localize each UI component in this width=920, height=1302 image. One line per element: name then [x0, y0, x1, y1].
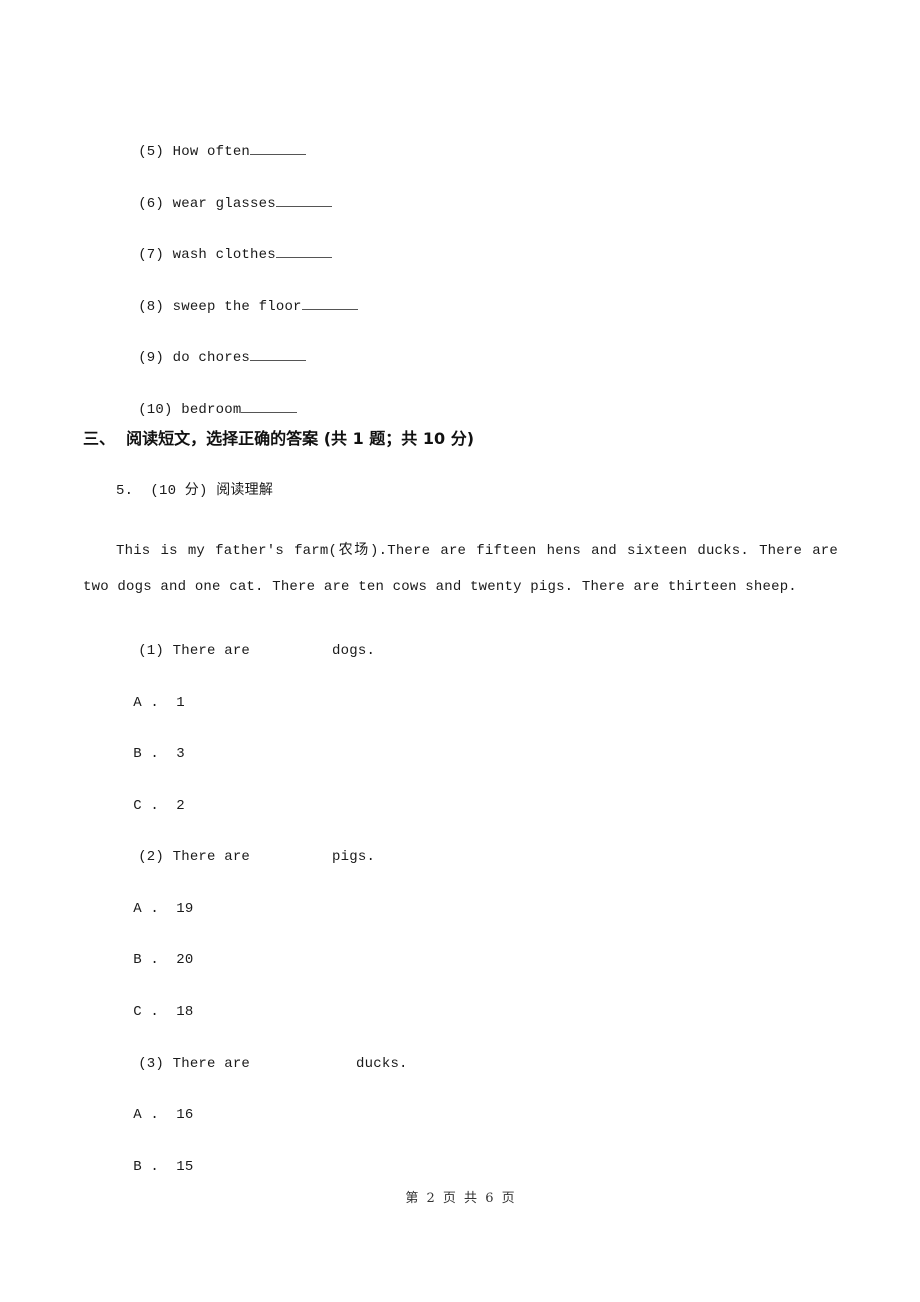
- section-heading: 三、 阅读短文，选择正确的答案 (共 1 题；共 10 分): [83, 429, 475, 448]
- subquestion-suffix: ducks.: [356, 1056, 408, 1072]
- option-letter: A: [133, 1107, 142, 1123]
- option-letter: C: [133, 1004, 142, 1020]
- option-text: 20: [176, 952, 194, 968]
- option-letter: B: [133, 1159, 142, 1175]
- option[interactable]: A . 16: [116, 1085, 193, 1123]
- subquestion-prefix: There are: [172, 1056, 251, 1072]
- vocab-item: (5) How often: [121, 120, 307, 160]
- subquestion-number: (2): [138, 849, 165, 865]
- question-head: 5. (10 分) 阅读理解: [116, 483, 274, 499]
- subquestion-prefix: There are: [172, 849, 251, 865]
- option[interactable]: A . 19: [116, 879, 193, 917]
- subquestion-suffix: dogs.: [332, 643, 376, 659]
- item-number: (6): [138, 196, 165, 212]
- answer-blank[interactable]: [250, 346, 307, 361]
- item-number: (10): [138, 402, 173, 418]
- option-letter: B: [133, 952, 142, 968]
- subquestion-number: (3): [138, 1056, 165, 1072]
- item-text: sweep the floor: [172, 299, 302, 315]
- option[interactable]: A . 1: [116, 673, 185, 711]
- option[interactable]: B . 3: [116, 724, 185, 762]
- item-number: (5): [138, 144, 165, 160]
- option[interactable]: B . 20: [116, 930, 193, 968]
- option-text: 3: [176, 746, 185, 762]
- answer-blank[interactable]: [301, 295, 358, 310]
- option-text: 15: [176, 1159, 194, 1175]
- vocab-item: (6) wear glasses: [121, 172, 332, 212]
- option[interactable]: B . 15: [116, 1137, 193, 1175]
- reading-passage: This is my father's farm(农场).There are f…: [83, 543, 838, 595]
- item-number: (9): [138, 350, 165, 366]
- vocab-item: (8) sweep the floor: [121, 275, 358, 315]
- option-text: 2: [176, 798, 185, 814]
- item-number: (7): [138, 247, 165, 263]
- subquestion-prefix: There are: [172, 643, 251, 659]
- vocab-item: (7) wash clothes: [121, 223, 332, 263]
- option-text: 18: [176, 1004, 194, 1020]
- answer-blank[interactable]: [250, 140, 307, 155]
- item-text: do chores: [172, 350, 251, 366]
- subquestion-number: (1): [138, 643, 165, 659]
- option-text: 1: [176, 695, 185, 711]
- item-text: wash clothes: [172, 247, 276, 263]
- subquestion-suffix: pigs.: [332, 849, 376, 865]
- item-text: How often: [172, 144, 251, 160]
- item-text: wear glasses: [172, 196, 276, 212]
- item-text: bedroom: [181, 402, 242, 418]
- vocab-item: (9) do chores: [121, 326, 307, 366]
- option-letter: A: [133, 695, 142, 711]
- option[interactable]: C . 18: [116, 982, 193, 1020]
- option-letter: A: [133, 901, 142, 917]
- answer-blank[interactable]: [275, 243, 332, 258]
- page-number-footer: 第 2 页 共 6 页: [405, 1191, 515, 1206]
- subquestion: (3) There are ducks.: [121, 1034, 408, 1072]
- answer-blank[interactable]: [275, 192, 332, 207]
- subquestion: (2) There are pigs.: [121, 827, 375, 865]
- option[interactable]: C . 2: [116, 776, 185, 814]
- vocab-item: (10) bedroom: [121, 378, 298, 418]
- option-text: 16: [176, 1107, 194, 1123]
- option-letter: B: [133, 746, 142, 762]
- option-text: 19: [176, 901, 194, 917]
- answer-blank[interactable]: [241, 398, 298, 413]
- option-letter: C: [133, 798, 142, 814]
- item-number: (8): [138, 299, 165, 315]
- subquestion: (1) There are dogs.: [121, 621, 375, 659]
